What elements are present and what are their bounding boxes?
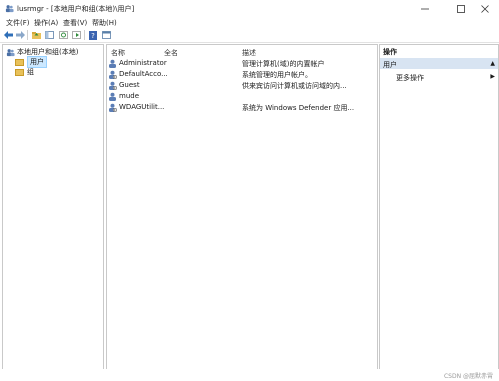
- user-icon: [109, 92, 116, 101]
- menu-file[interactable]: 文件(F): [6, 18, 30, 28]
- user-list: 名称 全名 描述 Administrator 管理计算机(域)的内置帐户 Def…: [106, 44, 378, 370]
- toolbar-separator: [84, 30, 85, 40]
- user-description: 管理计算机(域)的内置帐户: [242, 60, 325, 68]
- up-folder-icon: [31, 32, 41, 39]
- column-header-description[interactable]: 描述: [242, 48, 256, 58]
- user-name: WDAGUtilit...: [119, 103, 165, 111]
- user-description: 供来宾访问计算机或访问域的内...: [242, 82, 347, 90]
- table-row[interactable]: Administrator 管理计算机(域)的内置帐户: [107, 58, 377, 69]
- forward-button[interactable]: [15, 30, 25, 40]
- console-tree: 本地用户和组(本地) 用户 组: [2, 44, 104, 370]
- minimize-icon: [421, 8, 429, 9]
- tree-item-label: 组: [27, 68, 34, 76]
- menu-help[interactable]: 帮助(H): [92, 18, 117, 28]
- toolbar: ?: [0, 28, 499, 43]
- user-name: Administrator: [119, 59, 167, 67]
- show-hide-tree-icon: [44, 31, 54, 39]
- status-bar: CSDN @屈默赤霄: [0, 369, 499, 381]
- user-description: 系统为 Windows Defender 应用...: [242, 104, 355, 112]
- folder-icon: [15, 58, 24, 66]
- menu-action[interactable]: 操作(A): [34, 18, 58, 28]
- minimize-button[interactable]: [411, 0, 439, 17]
- submenu-arrow-icon: ▶: [490, 73, 495, 80]
- column-header-fullname[interactable]: 全名: [164, 48, 178, 58]
- maximize-icon: [457, 4, 465, 13]
- watermark: CSDN @屈默赤霄: [443, 373, 493, 380]
- close-icon: [481, 4, 489, 13]
- folder-icon: [15, 68, 24, 76]
- table-row[interactable]: Guest 供来宾访问计算机或访问域的内...: [107, 80, 377, 91]
- properties-icon: [101, 31, 111, 39]
- user-description: 系统管理的用户帐户。: [242, 71, 312, 79]
- export-list-icon: [71, 31, 81, 39]
- refresh-button[interactable]: [58, 30, 68, 40]
- column-header-name[interactable]: 名称: [111, 48, 125, 58]
- user-name: mude: [119, 92, 140, 100]
- disabled-user-icon: [109, 70, 117, 79]
- show-hide-tree-button[interactable]: [44, 30, 54, 40]
- close-button[interactable]: [471, 0, 499, 17]
- user-group-icon: [5, 5, 14, 13]
- svg-text:?: ?: [91, 32, 95, 40]
- more-actions-item[interactable]: 更多操作: [396, 73, 424, 83]
- table-row[interactable]: WDAGUtilit... 系统为 Windows Defender 应用...: [107, 102, 377, 113]
- user-name: Guest: [119, 81, 140, 89]
- actions-title: 操作: [383, 48, 397, 56]
- up-folder-button[interactable]: [31, 30, 41, 40]
- actions-section-users[interactable]: 用户 ▲: [380, 58, 498, 69]
- disabled-user-icon: [109, 81, 117, 90]
- title-bar[interactable]: lusrmgr - [本地用户和组(本地)\用户]: [0, 0, 499, 17]
- actions-section-label: 用户: [383, 61, 397, 69]
- table-row[interactable]: mude: [107, 91, 377, 102]
- properties-button[interactable]: [101, 30, 111, 40]
- back-button[interactable]: [3, 30, 13, 40]
- collapse-arrow-icon[interactable]: ▲: [490, 60, 495, 67]
- user-group-icon: [6, 48, 15, 56]
- disabled-user-icon: [109, 103, 117, 112]
- menu-view[interactable]: 查看(V): [63, 18, 87, 28]
- help-icon: ?: [89, 30, 97, 40]
- menu-bar: 文件(F) 操作(A) 查看(V) 帮助(H): [0, 17, 499, 28]
- user-icon: [109, 59, 116, 68]
- export-list-button[interactable]: [71, 30, 81, 40]
- actions-pane: 操作 用户 ▲ 更多操作 ▶: [379, 44, 499, 370]
- window-title: lusrmgr - [本地用户和组(本地)\用户]: [17, 5, 135, 13]
- table-row[interactable]: DefaultAcco... 系统管理的用户帐户。: [107, 69, 377, 80]
- refresh-icon: [58, 31, 68, 39]
- user-name: DefaultAcco...: [119, 70, 168, 78]
- toolbar-separator: [27, 30, 28, 40]
- help-button[interactable]: ?: [88, 30, 98, 40]
- lusrmgr-window: lusrmgr - [本地用户和组(本地)\用户] 文件(F) 操作(A) 查看…: [0, 0, 499, 381]
- forward-icon: [15, 31, 25, 39]
- tree-item-groups[interactable]: 组: [15, 67, 34, 77]
- back-icon: [3, 31, 13, 39]
